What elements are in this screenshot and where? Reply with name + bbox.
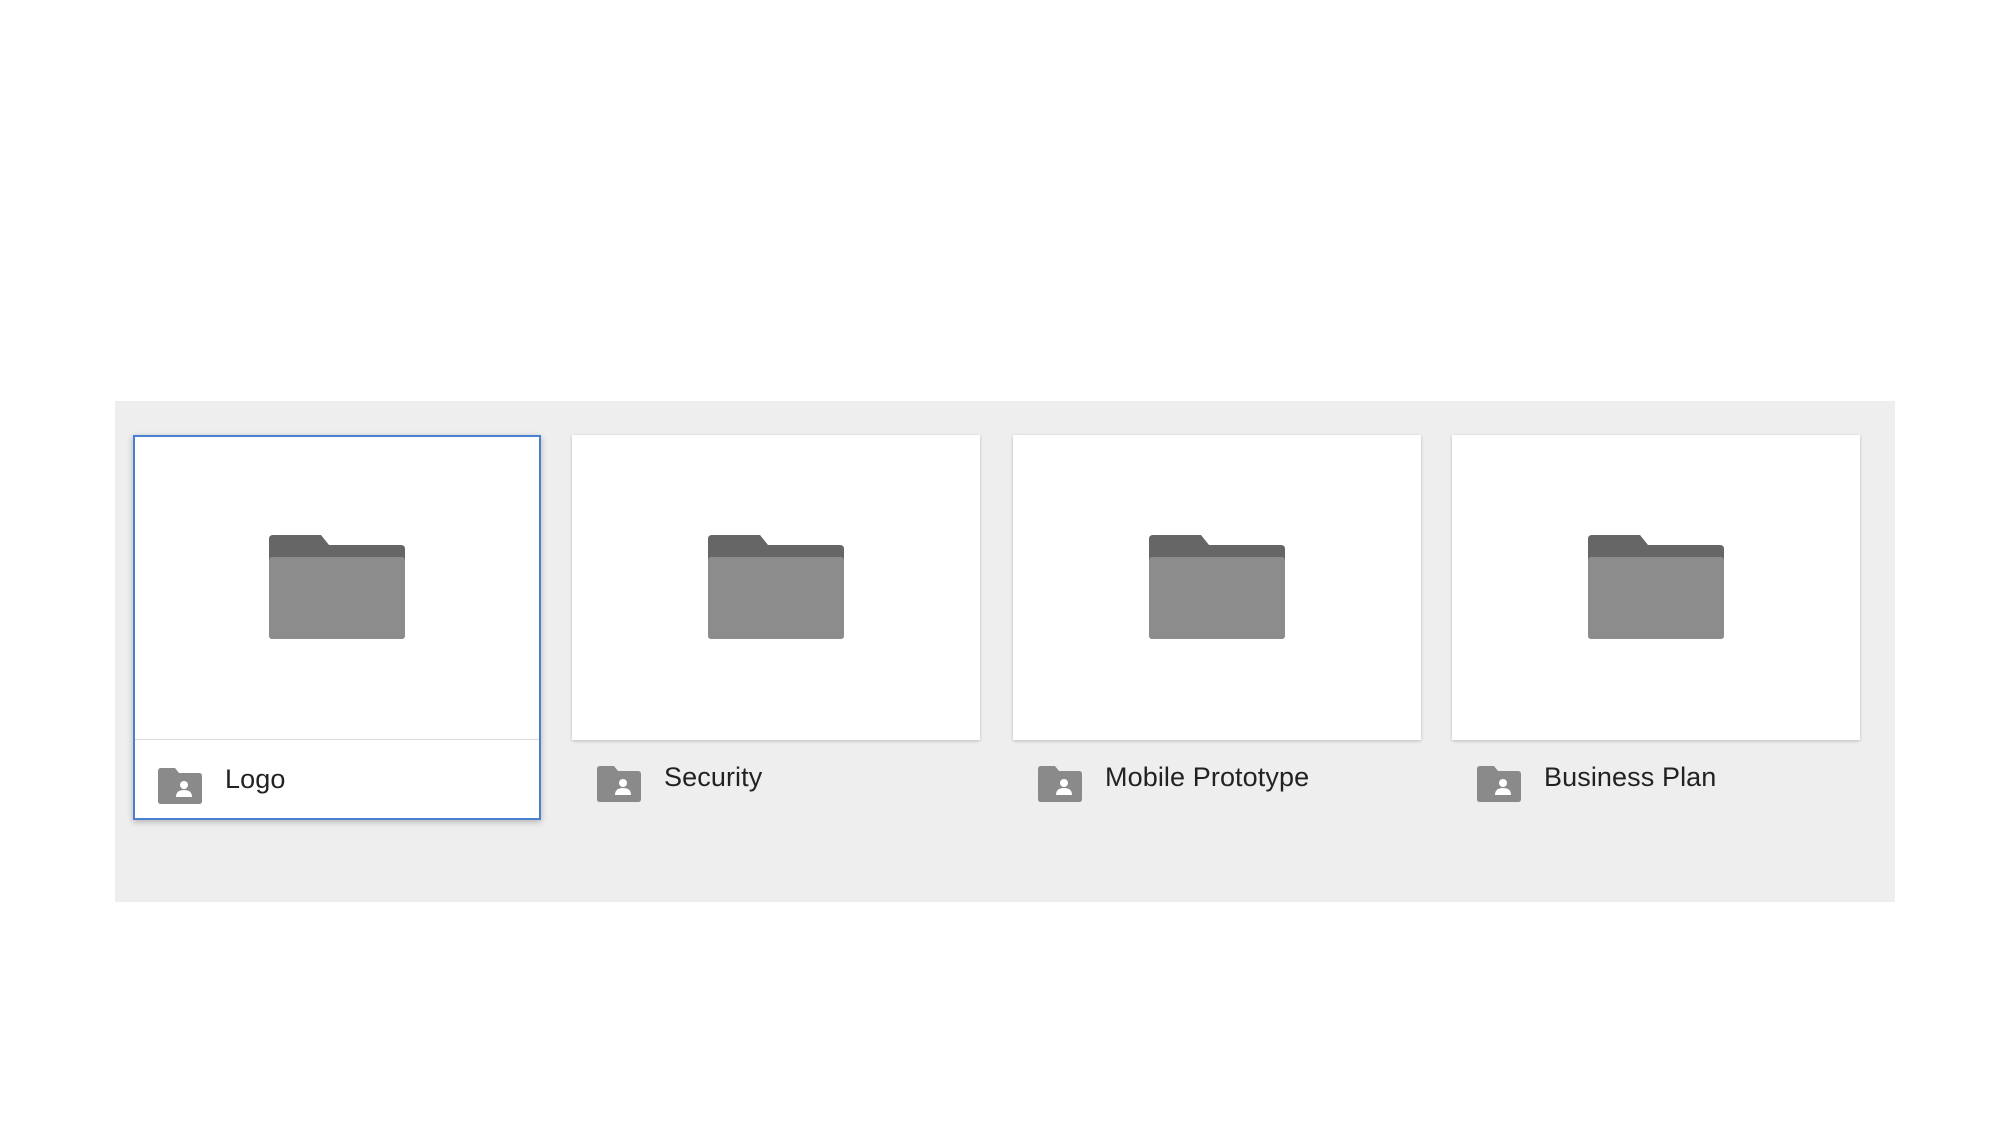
folder-card-mobile-prototype[interactable]: Mobile Prototype xyxy=(1013,435,1421,820)
folder-preview xyxy=(572,435,980,740)
folder-icon xyxy=(269,535,405,639)
folder-preview xyxy=(1452,435,1860,740)
folder-name: Mobile Prototype xyxy=(1105,762,1310,792)
folder-footer: Business Plan xyxy=(1452,740,1860,820)
folder-card-security[interactable]: Security xyxy=(572,435,980,820)
shared-folder-icon xyxy=(1038,766,1082,802)
folder-name: Logo xyxy=(225,764,286,794)
folder-preview xyxy=(1013,435,1421,740)
shared-folder-icon xyxy=(1477,766,1521,802)
shared-folder-icon xyxy=(597,766,641,802)
folder-grid: Logo Security Mobile Prototype Business … xyxy=(115,401,1895,902)
folder-preview xyxy=(135,437,539,740)
folder-name: Security xyxy=(664,762,763,792)
folder-icon xyxy=(1588,535,1724,639)
folder-card-business-plan[interactable]: Business Plan xyxy=(1452,435,1860,820)
folder-card-logo[interactable]: Logo xyxy=(133,435,541,820)
folder-name: Business Plan xyxy=(1544,762,1717,792)
shared-folder-icon xyxy=(158,768,202,804)
folder-footer: Security xyxy=(572,740,980,820)
folder-footer: Mobile Prototype xyxy=(1013,740,1421,820)
folder-footer: Logo xyxy=(135,740,539,820)
folder-icon xyxy=(1149,535,1285,639)
folder-icon xyxy=(708,535,844,639)
